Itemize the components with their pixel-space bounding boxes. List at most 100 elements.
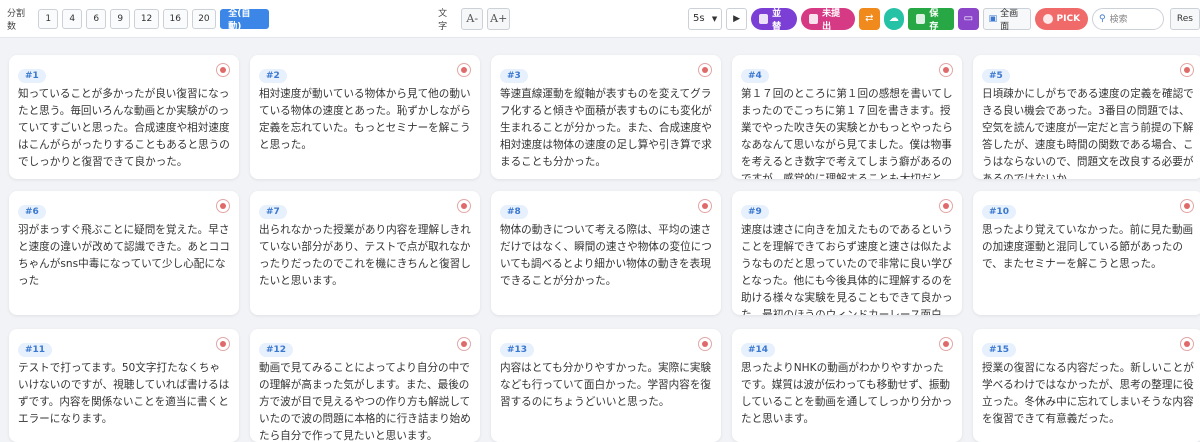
card-number-badge: #8 [500, 205, 528, 219]
card-text: 羽がまっすぐ飛ぶことに疑問を覚えた。早さと速度の違いが改めて認識できた。あとココ… [18, 224, 230, 287]
sort-icon [758, 13, 769, 24]
avatar-icon [939, 63, 953, 77]
fullscreen-icon: ▣ [988, 13, 998, 24]
card-text: 相対速度が動いている物体から見て他の動いている物体の速度とあった。恥ずかしながら… [259, 88, 471, 151]
card-text: 出られなかった授業があり内容を理解しきれていない部分があり、テストで点が取れなか… [259, 224, 471, 287]
font-size-label: 文字 [438, 8, 448, 32]
comment-card[interactable]: #12 動画で見てみることによってより自分の中での理解が高まった気がします。また… [250, 329, 480, 442]
play-icon: ▶ [733, 13, 741, 24]
pick-label: PICK [1056, 13, 1081, 24]
card-text: 授業の復習になる内容だった。新しいことが学べるわけではなかったが、思考の整理に役… [982, 362, 1194, 425]
card-number-badge: #7 [259, 205, 287, 219]
avatar-icon [457, 199, 471, 213]
card-text: 第１７回のところに第１回の感想を書いてしまったのでこっちに第１７回を書きます。授… [741, 88, 953, 179]
card-number-badge: #14 [741, 343, 776, 357]
search-icon: ⚲ [1099, 13, 1106, 24]
comment-card[interactable]: #7 出られなかった授業があり内容を理解しきれていない部分があり、テストで点が取… [250, 191, 480, 315]
unsubmitted-label: 未提出 [822, 8, 841, 32]
cloud-button[interactable]: ☁ [883, 7, 905, 30]
card-number-badge: #9 [741, 205, 769, 219]
reset-button[interactable]: Res [1169, 7, 1200, 30]
card-number-badge: #10 [982, 205, 1017, 219]
split-6-button[interactable]: 6 [86, 8, 107, 29]
avatar-icon [457, 337, 471, 351]
avatar-icon [939, 199, 953, 213]
person-icon [808, 13, 819, 24]
split-auto-button[interactable]: 全(自動) [220, 8, 270, 32]
shuffle-button[interactable]: ⇄ [859, 7, 880, 30]
card-number-badge: #13 [500, 343, 535, 357]
card-text: 動画で見てみることによってより自分の中での理解が高まった気がします。また、最後の… [259, 362, 471, 442]
card-number-badge: #3 [500, 69, 528, 83]
fullscreen-label: 全画面 [1000, 8, 1019, 32]
comment-card[interactable]: #10 思ったより覚えていなかった。前に見た動画の加速度運動と混同している節があ… [973, 191, 1200, 315]
pick-button[interactable]: PICK [1034, 7, 1089, 30]
comment-card[interactable]: #11 テストで打ってます。50文字打たなくちゃいけないのですが、視聴していれば… [9, 329, 239, 442]
card-text: テストで打ってます。50文字打たなくちゃいけないのですが、視聴していれば書けるは… [18, 362, 230, 425]
folder-icon: ▭ [963, 13, 974, 24]
comment-card[interactable]: #8 物体の動きについて考える際は、平均の速さだけではなく、瞬間の速さや物体の変… [491, 191, 721, 315]
save-button[interactable]: 保存 [908, 7, 955, 32]
comment-card[interactable]: #4 第１７回のところに第１回の感想を書いてしまったのでこっちに第１７回を書きま… [732, 55, 962, 179]
save-icon [916, 13, 926, 24]
sort-button[interactable]: 並替 [750, 7, 797, 32]
avatar-icon [1180, 199, 1194, 213]
comment-card[interactable]: #3 等速直線運動を縦軸が表すものを変えてグラフ化すると傾きや面積が表すものにも… [491, 55, 721, 179]
card-text: 思ったよりNHKの動画がわかりやすかったです。媒質は波が伝わっても移動せず、振動… [741, 362, 953, 425]
card-number-badge: #15 [982, 343, 1017, 357]
avatar-icon [216, 63, 230, 77]
avatar-icon [216, 337, 230, 351]
speed-select[interactable]: 5s ▼ [688, 7, 723, 30]
speed-value: 5s [693, 13, 705, 24]
comment-card[interactable]: #9 速度は速さに向きを加えたものであるということを理解できておらず速度と速さは… [732, 191, 962, 315]
save-label: 保存 [929, 8, 939, 32]
card-number-badge: #5 [982, 69, 1010, 83]
card-text: 速度は速さに向きを加えたものであるということを理解できておらず速度と速さは似たよ… [741, 224, 953, 315]
play-button[interactable]: ▶ [726, 7, 747, 30]
comment-card[interactable]: #13 内容はとても分かりやすかった。実際に実験なども行っていて面白かった。学習… [491, 329, 721, 442]
comment-card[interactable]: #5 日頃疎かにしがちである速度の定義を確認できる良い機会であった。3番目の問題… [973, 55, 1200, 179]
comment-card[interactable]: #15 授業の復習になる内容だった。新しいことが学べるわけではなかったが、思考の… [973, 329, 1200, 442]
split-9-button[interactable]: 9 [110, 8, 131, 29]
avatar-icon [457, 63, 471, 77]
card-text: 知っていることが多かったが良い復習になったと思う。毎回いろんな動画とか実験がのっ… [18, 88, 230, 168]
card-text: 物体の動きについて考える際は、平均の速さだけではなく、瞬間の速さや物体の変位につ… [500, 224, 712, 287]
comment-card[interactable]: #14 思ったよりNHKの動画がわかりやすかったです。媒質は波が伝わっても移動せ… [732, 329, 962, 442]
split-label: 分割数 [7, 8, 26, 32]
avatar-icon [1180, 337, 1194, 351]
card-number-badge: #6 [18, 205, 46, 219]
search-placeholder: 検索 [1109, 15, 1128, 25]
card-text: 内容はとても分かりやすかった。実際に実験なども行っていて面白かった。学習内容を復… [500, 362, 712, 408]
split-16-button[interactable]: 16 [162, 8, 188, 29]
avatar-icon [698, 63, 712, 77]
split-1-button[interactable]: 1 [38, 8, 59, 29]
shuffle-icon: ⇄ [865, 13, 874, 24]
fullscreen-button[interactable]: ▣ 全画面 [982, 7, 1031, 32]
target-icon [1042, 13, 1053, 24]
comment-card[interactable]: #2 相対速度が動いている物体から見て他の動いている物体の速度とあった。恥ずかし… [250, 55, 480, 179]
chevron-down-icon: ▼ [711, 14, 718, 23]
font-decrease-button[interactable]: A- [460, 7, 484, 30]
split-12-button[interactable]: 12 [134, 8, 159, 29]
sort-label: 並替 [772, 8, 782, 32]
folder-button[interactable]: ▭ [958, 7, 979, 30]
card-number-badge: #12 [259, 343, 294, 357]
avatar-icon [216, 199, 230, 213]
comment-card[interactable]: #6 羽がまっすぐ飛ぶことに疑問を覚えた。早さと速度の違いが改めて認識できた。あ… [9, 191, 239, 315]
comment-card[interactable]: #1 知っていることが多かったが良い復習になったと思う。毎回いろんな動画とか実験… [9, 55, 239, 179]
avatar-icon [1180, 63, 1194, 77]
card-text: 日頃疎かにしがちである速度の定義を確認できる良い機会であった。3番目の問題では、… [982, 88, 1194, 179]
unsubmitted-button[interactable]: 未提出 [800, 7, 856, 32]
card-number-badge: #2 [259, 69, 287, 83]
toolbar: 分割数 1 4 6 9 12 16 20 全(自動) 文字 A- A+ 5s ▼… [0, 0, 1200, 38]
split-20-button[interactable]: 20 [191, 8, 217, 29]
card-number-badge: #1 [18, 69, 46, 83]
search-input[interactable]: ⚲ 検索 [1092, 7, 1164, 30]
card-text: 等速直線運動を縦軸が表すものを変えてグラフ化すると傾きや面積が表すものにも変化が… [500, 88, 712, 168]
card-number-badge: #4 [741, 69, 769, 83]
cloud-icon: ☁ [888, 13, 899, 24]
split-4-button[interactable]: 4 [62, 8, 83, 29]
avatar-icon [698, 337, 712, 351]
font-increase-button[interactable]: A+ [487, 7, 511, 30]
avatar-icon [698, 199, 712, 213]
